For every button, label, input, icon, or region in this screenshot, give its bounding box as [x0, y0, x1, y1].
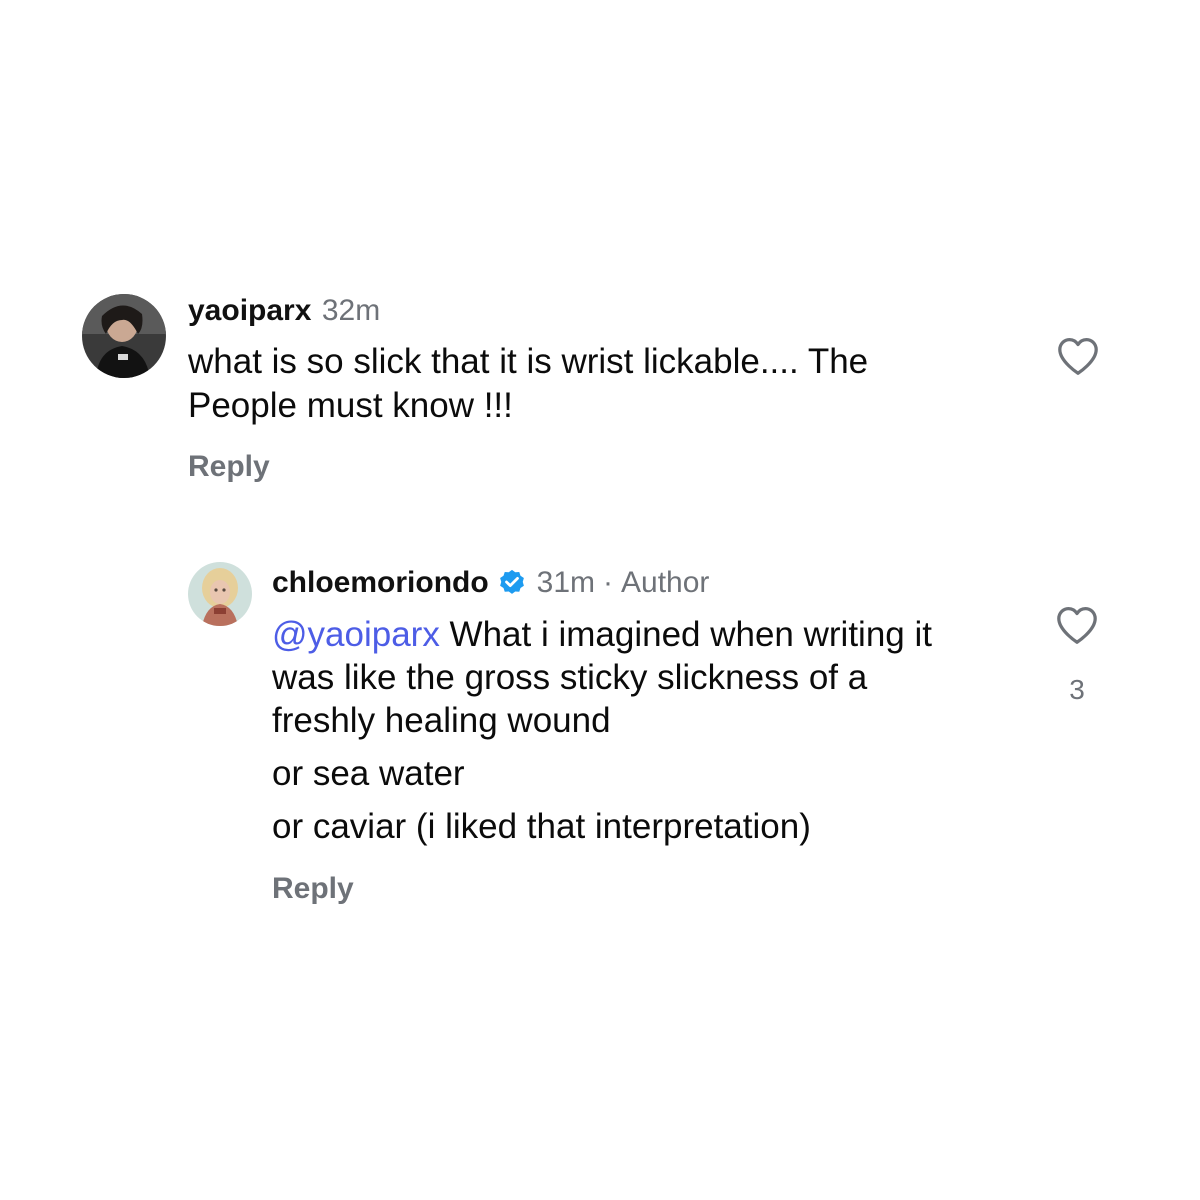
comment-header: yaoiparx 32m	[188, 294, 380, 328]
comment-username[interactable]: yaoiparx	[188, 294, 311, 327]
avatar-image	[82, 294, 166, 378]
reply-text-line-5: or caviar (i liked that interpretation)	[272, 807, 811, 846]
reply-header: chloemoriondo 31m · Author	[272, 566, 709, 600]
comment-like-heart-icon[interactable]	[1056, 336, 1100, 376]
reply-text-line-1: @yaoiparx What i imagined when writing i…	[272, 613, 932, 657]
reply-text-line-3: freshly healing wound	[272, 701, 611, 740]
reply-text-line-4: or sea water	[272, 754, 465, 793]
verified-badge-icon	[497, 568, 527, 598]
reply-timestamp: 31m	[536, 566, 596, 599]
avatar-chloemoriondo[interactable]	[188, 562, 252, 626]
comment-text-line-1: what is so slick that it is wrist lickab…	[188, 342, 869, 381]
author-tag: Author	[621, 566, 710, 599]
comment-reply-button[interactable]: Reply	[188, 450, 270, 484]
reply-like-heart-icon[interactable]	[1055, 605, 1099, 645]
comment-timestamp: 32m	[321, 294, 381, 327]
mention-link[interactable]: @yaoiparx	[272, 615, 440, 654]
avatar-image	[188, 562, 252, 626]
reply-reply-button[interactable]: Reply	[272, 872, 354, 906]
reply-separator: ·	[603, 566, 614, 599]
reply-username[interactable]: chloemoriondo	[272, 566, 489, 600]
comment-text-line-2: People must know !!!	[188, 386, 513, 425]
reply-text-line-1-rest: What i imagined when writing it	[439, 615, 932, 654]
avatar-yaoiparx[interactable]	[82, 294, 166, 378]
reply-like-count: 3	[1069, 674, 1085, 705]
reply-text-line-2: was like the gross sticky slickness of a	[272, 658, 868, 697]
